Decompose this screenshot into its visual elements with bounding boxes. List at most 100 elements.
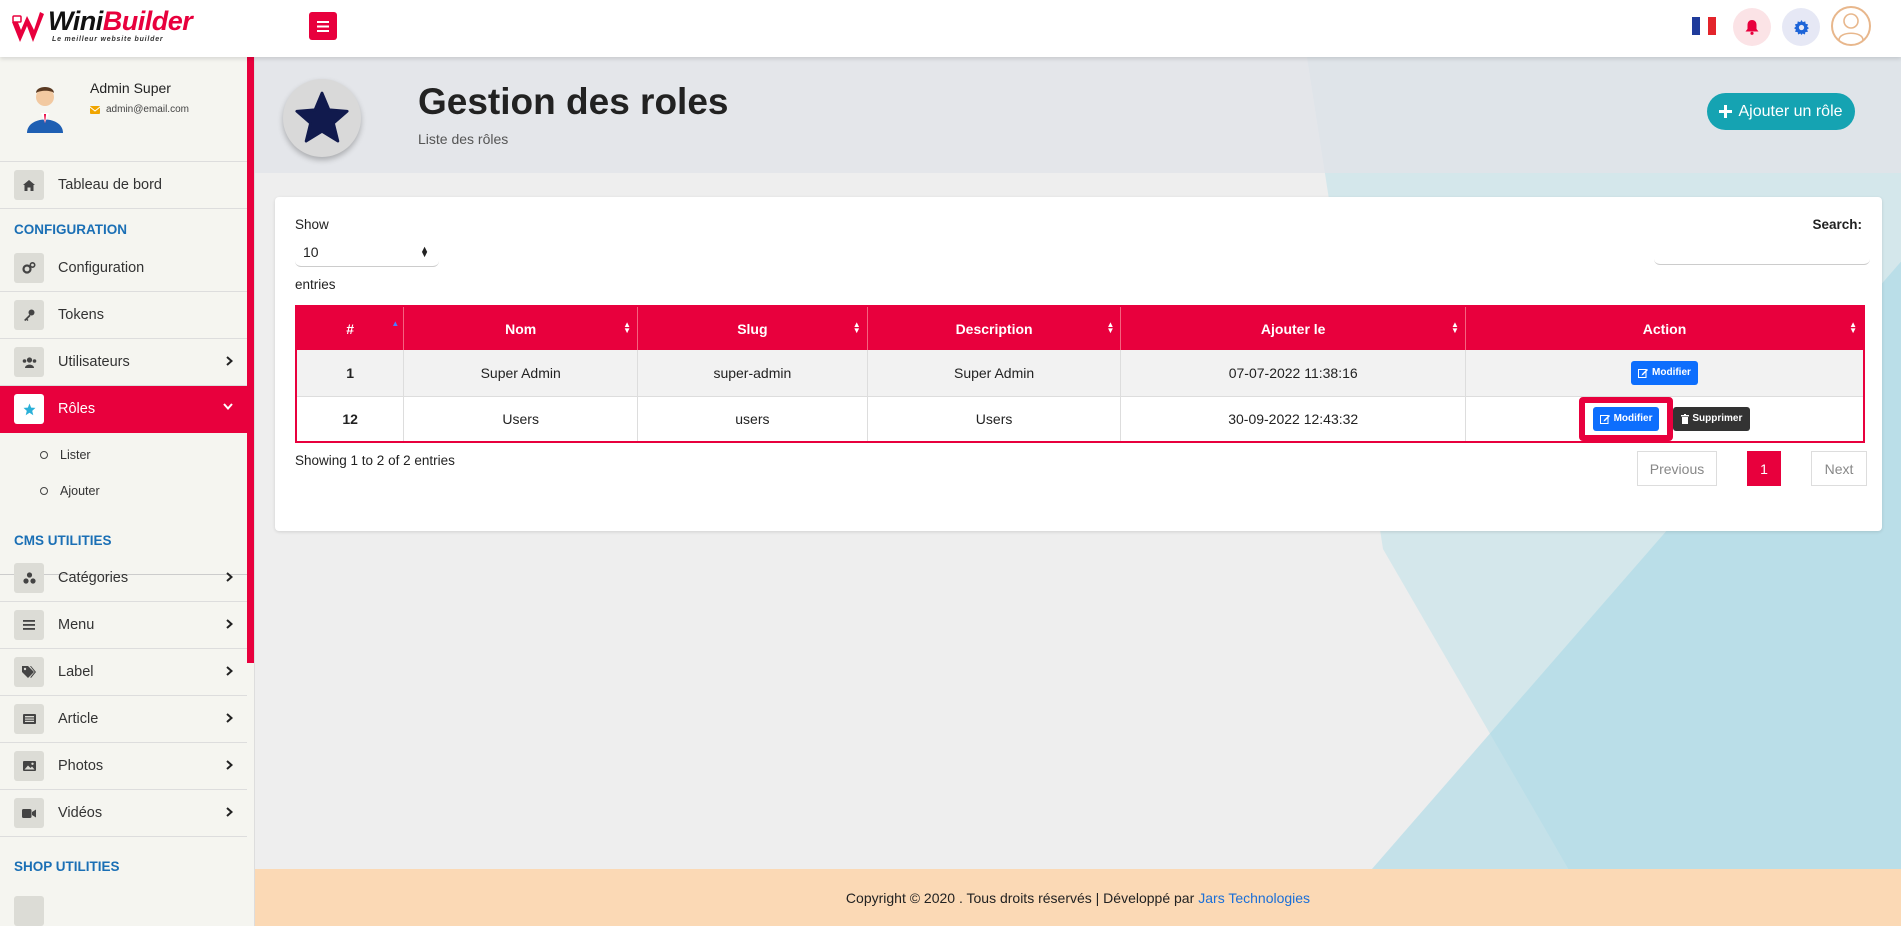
sort-icon: ▲ ▼ (1451, 320, 1459, 335)
trash-icon (1681, 413, 1690, 424)
top-bar: WiniBuilder Le meilleur website builder (0, 0, 1901, 57)
column-header-date[interactable]: Ajouter le ▲ ▼ (1120, 306, 1466, 350)
pagination-previous[interactable]: Previous (1637, 451, 1717, 486)
chevron-right-icon (226, 807, 233, 817)
sort-icon: ▲ ▼ (852, 320, 861, 335)
user-profile: Admin Super admin@email.com (0, 57, 247, 162)
delete-role-button[interactable]: Supprimer (1673, 406, 1751, 431)
notifications-button[interactable] (1733, 8, 1771, 46)
circle-icon (40, 487, 48, 495)
entries-length-select[interactable]: 10 ▲ ▼ (295, 237, 439, 267)
select-caret-icon: ▲ ▼ (420, 244, 429, 259)
menu-toggle-button[interactable] (309, 12, 337, 40)
cell-date: 07-07-2022 11:38:16 (1120, 350, 1466, 397)
chevron-down-icon (223, 403, 233, 410)
sidebar-scroll-indicator[interactable] (247, 57, 254, 663)
chevron-right-icon (226, 713, 233, 723)
logo-mark-icon (12, 12, 44, 42)
sidebar-item-roles[interactable]: Rôles (0, 386, 247, 433)
settings-button[interactable] (1782, 8, 1820, 46)
sort-icon: ▲ ▼ (1849, 320, 1857, 335)
menu-icon (317, 20, 329, 32)
page-header: Gestion des roles Liste des rôles Ajoute… (255, 57, 1901, 173)
user-profile-picture (27, 87, 63, 133)
user-name: Admin Super (90, 80, 171, 96)
sidebar-item-partial[interactable] (0, 887, 247, 926)
page-star-badge (283, 79, 361, 157)
column-header-nom[interactable]: Nom ▲ ▼ (403, 306, 639, 350)
brand-name: WiniBuilder (48, 6, 193, 36)
sidebar-item-photos[interactable]: Photos (0, 743, 247, 790)
pagination-next[interactable]: Next (1811, 451, 1867, 486)
cell-slug: super-admin (637, 350, 868, 397)
sidebar-item-videos[interactable]: Vidéos (0, 790, 247, 837)
roles-table: # ▲ Nom ▲ ▼ Slug ▲ ▼ Description ▲ ▼ Ajouter le… (295, 305, 1865, 443)
envelope-icon (90, 105, 100, 114)
pagination: Previous 1 Next (1637, 451, 1867, 486)
user-avatar-button[interactable] (1831, 6, 1871, 46)
highlight-box: Modifier (1578, 396, 1674, 441)
footer-copyright: Copyright © 2020 . Tous droits réservés … (845, 889, 1195, 906)
cell-nom: Super Admin (403, 350, 639, 397)
roles-card: Show 10 ▲ ▼ entries Search: # ▲ Nom ▲ ▼ Slug… (275, 197, 1882, 531)
sidebar-item-article[interactable]: Article (0, 696, 247, 743)
image-icon (14, 751, 44, 781)
table-row: 12 Users users Users 30-09-2022 12:43:32… (296, 396, 1865, 442)
search-label: Search: (1812, 217, 1862, 232)
pagination-page-1[interactable]: 1 (1747, 451, 1781, 486)
chevron-right-icon (226, 760, 233, 770)
star-icon (14, 394, 44, 424)
length-show-label: Show (295, 217, 329, 232)
video-icon (14, 798, 44, 828)
sidebar-subitem-add[interactable]: Ajouter (40, 484, 100, 498)
footer-company-link[interactable]: Jars Technologies (1198, 890, 1310, 906)
key-icon (14, 300, 44, 330)
sidebar-subitem-list[interactable]: Lister (40, 448, 91, 462)
chevron-right-icon (226, 666, 233, 676)
brand-tagline: Le meilleur website builder (52, 36, 164, 43)
user-avatar-icon (1838, 13, 1864, 41)
cell-description: Super Admin (867, 350, 1122, 397)
sidebar: Admin Super admin@email.com Tableau de b… (0, 57, 255, 926)
list-icon (14, 610, 44, 640)
column-header-slug[interactable]: Slug ▲ ▼ (637, 306, 868, 350)
chevron-right-icon (226, 619, 233, 629)
edit-icon (1599, 414, 1610, 424)
edit-role-button[interactable]: Modifier (1592, 406, 1660, 431)
footer: Copyright © 2020 . Tous droits réservés … (255, 869, 1901, 926)
column-header-description[interactable]: Description ▲ ▼ (867, 306, 1122, 350)
users-icon (14, 347, 44, 377)
sidebar-section-shop: SHOP UTILITIES (14, 859, 120, 874)
sidebar-item-users[interactable]: Utilisateurs (0, 339, 247, 386)
brand-logo[interactable]: WiniBuilder Le meilleur website builder (10, 4, 193, 48)
shapes-icon (14, 563, 44, 593)
bell-icon (1745, 19, 1759, 35)
column-header-action[interactable]: Action ▲ ▼ (1465, 306, 1865, 350)
sidebar-section-configuration: CONFIGURATION (14, 222, 127, 237)
length-entries-label: entries (295, 277, 336, 292)
page-subtitle: Liste des rôles (418, 131, 509, 147)
cogs-icon (14, 253, 44, 283)
cell-nom: Users (403, 396, 639, 442)
add-role-button[interactable]: Ajouter un rôle (1707, 93, 1855, 130)
table-row: 1 Super Admin super-admin Super Admin 07… (296, 350, 1865, 397)
column-header-id[interactable]: # ▲ (296, 306, 405, 350)
search-input[interactable] (1654, 237, 1870, 265)
newspaper-icon (14, 704, 44, 734)
sidebar-item-categories[interactable]: Catégories (0, 555, 247, 602)
language-flag-fr[interactable] (1692, 17, 1716, 35)
sort-icon: ▲ ▼ (623, 320, 632, 335)
user-email: admin@email.com (90, 104, 189, 115)
cell-actions: Modifier (1465, 350, 1865, 397)
page-title: Gestion des roles (418, 81, 729, 122)
sidebar-item-menu[interactable]: Menu (0, 602, 247, 649)
home-icon (14, 170, 44, 200)
sidebar-item-configuration[interactable]: Configuration (0, 245, 247, 292)
sidebar-section-cms: CMS UTILITIES (14, 533, 112, 548)
edit-role-button[interactable]: Modifier (1631, 360, 1698, 385)
cell-actions: Modifier Supprimer (1465, 396, 1865, 442)
gear-icon (1793, 19, 1809, 35)
sidebar-item-label[interactable]: Label (0, 649, 247, 696)
sidebar-item-tokens[interactable]: Tokens (0, 292, 247, 339)
sidebar-item-dashboard[interactable]: Tableau de bord (0, 162, 247, 209)
